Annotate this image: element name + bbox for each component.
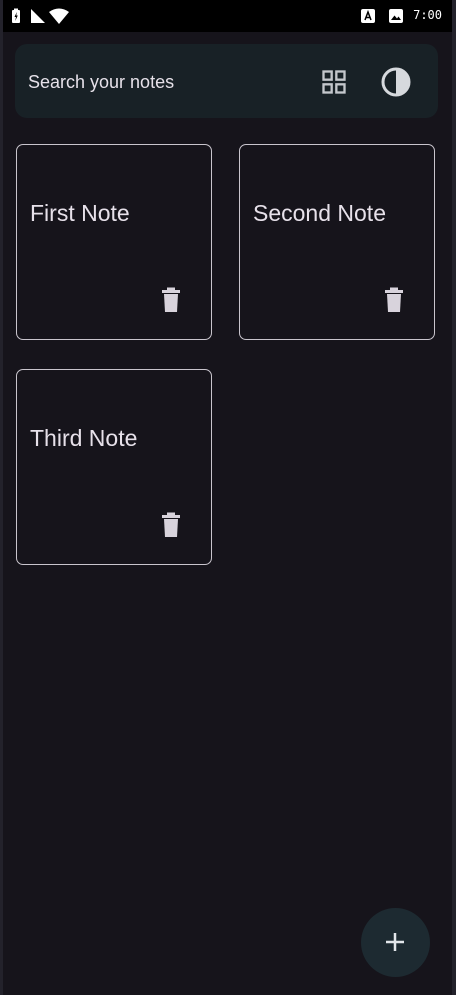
wifi-icon [49,8,69,24]
signal-icon [31,9,45,23]
search-bar[interactable]: Search your notes [15,44,438,118]
status-bar: 7:00 [3,0,452,32]
grid-view-icon[interactable] [320,68,348,96]
note-card-first[interactable]: First Note [16,144,212,340]
add-note-button[interactable] [361,908,430,977]
trash-icon[interactable] [382,287,406,313]
trash-icon[interactable] [159,287,183,313]
notification-a-icon [361,9,375,23]
note-title: Third Note [30,425,138,451]
search-input[interactable]: Search your notes [28,72,174,93]
trash-icon[interactable] [159,512,183,538]
theme-toggle-icon[interactable] [380,66,412,98]
app-screen: 7:00 Search your notes First Note Second… [3,0,452,995]
note-card-third[interactable]: Third Note [16,369,212,565]
status-time: 7:00 [413,8,442,22]
image-icon [389,9,403,23]
note-title: Second Note [253,200,386,226]
note-title: First Note [30,200,130,226]
note-card-second[interactable]: Second Note [239,144,435,340]
battery-charging-icon [12,8,20,23]
plus-icon [386,933,404,951]
